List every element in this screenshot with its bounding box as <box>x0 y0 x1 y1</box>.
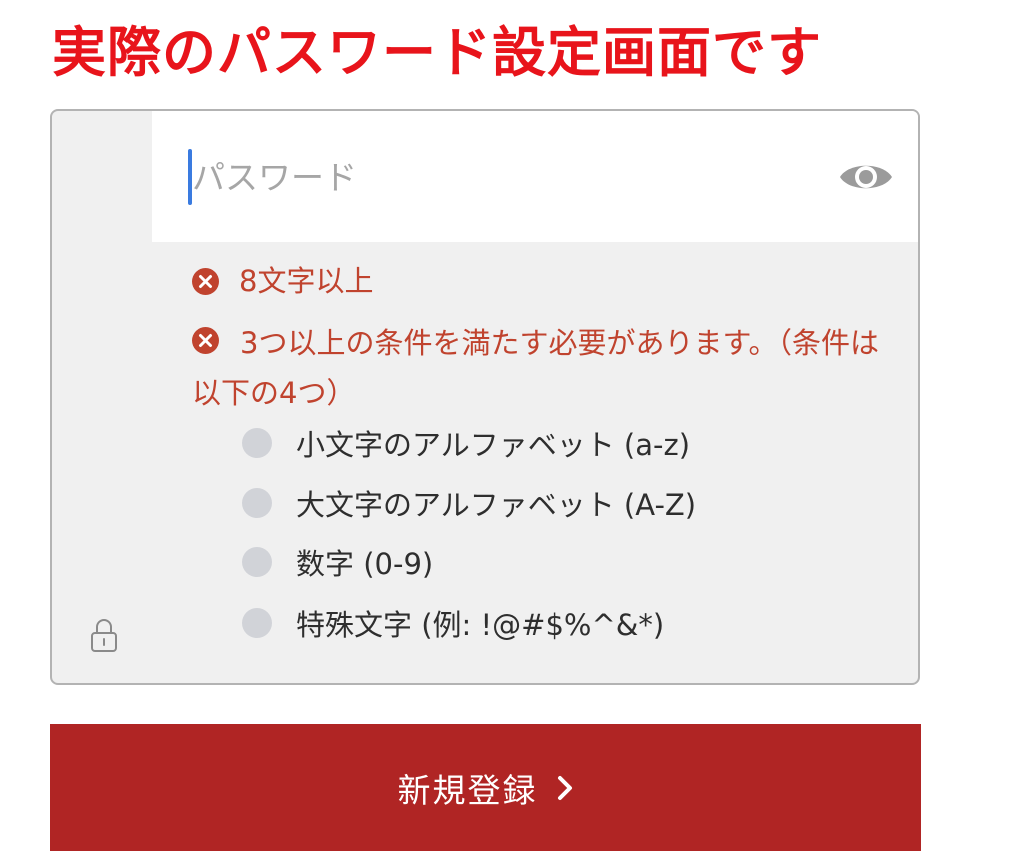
chevron-right-icon <box>557 775 572 800</box>
requirement-conditions-text: 3つ以上の条件を満たす必要があります。（条件は以下の4つ） <box>192 326 880 410</box>
x-circle-icon <box>192 268 219 295</box>
eye-icon[interactable] <box>838 157 894 197</box>
condition-label: 大文字のアルファベット (A-Z) <box>296 488 697 522</box>
requirement-length: 8文字以上 <box>192 261 373 301</box>
page: 実際のパスワード設定画面です 8文字以上 3つ以上の条件を満たす必要があります。… <box>0 0 1024 861</box>
condition-uppercase: 大文字のアルファベット (A-Z) <box>242 483 696 523</box>
password-form-panel: 8文字以上 3つ以上の条件を満たす必要があります。（条件は以下の4つ） 小文字の… <box>50 109 920 685</box>
password-field[interactable] <box>152 111 918 242</box>
register-button[interactable]: 新規登録 <box>50 724 921 851</box>
lock-icon <box>91 619 117 652</box>
condition-status-dot <box>242 488 272 518</box>
password-input[interactable] <box>192 143 792 211</box>
condition-label: 小文字のアルファベット (a-z) <box>296 428 691 462</box>
condition-digit: 数字 (0-9) <box>242 542 433 582</box>
condition-label: 数字 (0-9) <box>296 547 434 581</box>
headline: 実際のパスワード設定画面です <box>52 21 822 84</box>
register-button-label: 新規登録 <box>397 770 538 810</box>
condition-status-dot <box>242 547 272 577</box>
condition-special: 特殊文字 (例: !@#$%^&*) <box>242 603 664 643</box>
condition-lowercase: 小文字のアルファベット (a-z) <box>242 423 690 463</box>
requirement-length-text: 8文字以上 <box>239 264 374 298</box>
condition-status-dot <box>242 428 272 458</box>
condition-label: 特殊文字 (例: !@#$%^&*) <box>296 608 665 642</box>
condition-status-dot <box>242 608 272 638</box>
